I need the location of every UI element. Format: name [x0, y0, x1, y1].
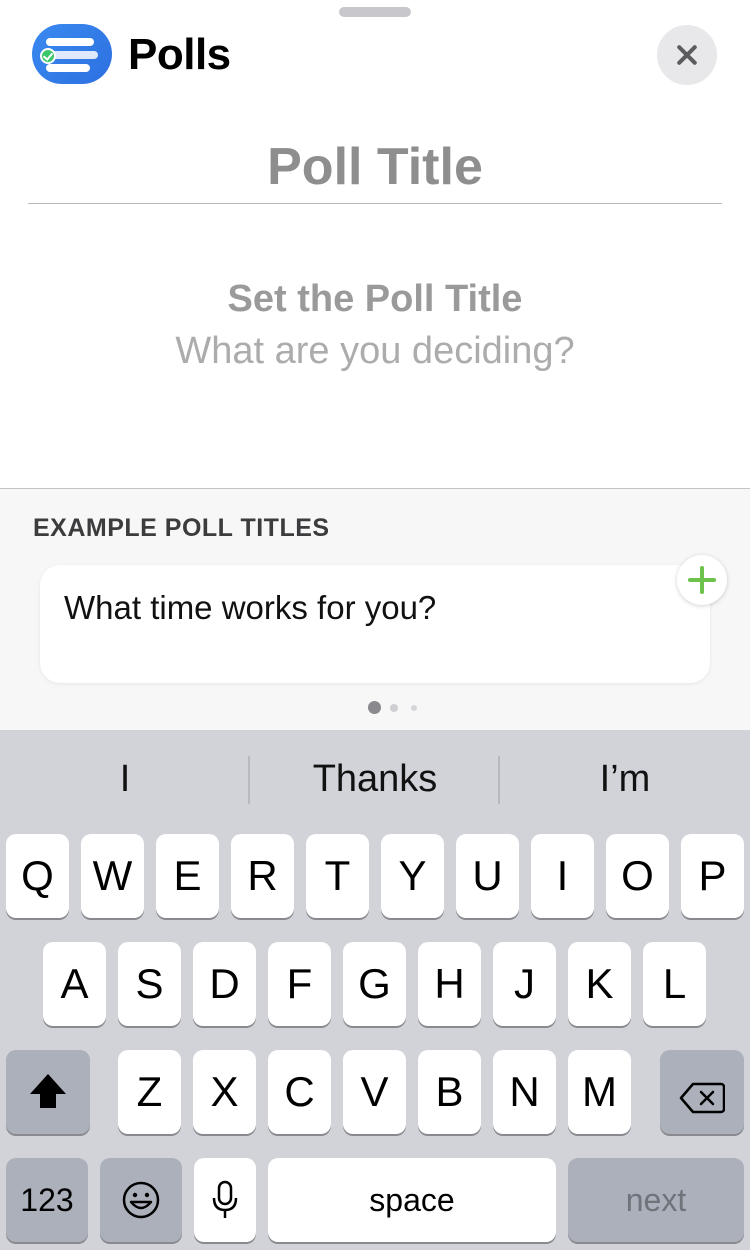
header: Polls: [0, 0, 750, 110]
key-k[interactable]: K: [568, 942, 631, 1026]
key-d[interactable]: D: [193, 942, 256, 1026]
next-key[interactable]: next: [568, 1158, 744, 1242]
key-z[interactable]: Z: [118, 1050, 181, 1134]
key-p[interactable]: P: [681, 834, 744, 918]
suggestion-item[interactable]: Thanks: [250, 758, 500, 801]
close-button[interactable]: [657, 25, 717, 85]
prompt-title: Set the Poll Title: [227, 278, 523, 320]
space-key[interactable]: space: [268, 1158, 556, 1242]
key-u[interactable]: U: [456, 834, 519, 918]
key-y[interactable]: Y: [381, 834, 444, 918]
key-b[interactable]: B: [418, 1050, 481, 1134]
key-q[interactable]: Q: [6, 834, 69, 918]
backspace-icon: [679, 1076, 726, 1114]
key-n[interactable]: N: [493, 1050, 556, 1134]
key-x[interactable]: X: [193, 1050, 256, 1134]
key-i[interactable]: I: [531, 834, 594, 918]
numbers-key[interactable]: 123: [6, 1158, 88, 1242]
key-r[interactable]: R: [231, 834, 294, 918]
page-dot: [368, 701, 381, 714]
key-a[interactable]: A: [43, 942, 106, 1026]
backspace-key[interactable]: [660, 1050, 744, 1134]
suggestion-item[interactable]: I: [0, 758, 250, 801]
keyboard: I Thanks I’m QWERTYUIOP ASDFGHJKL ZXCVBN…: [0, 730, 750, 1250]
suggestion-item[interactable]: I’m: [500, 758, 750, 801]
key-s[interactable]: S: [118, 942, 181, 1026]
key-l[interactable]: L: [643, 942, 706, 1026]
app-name: Polls: [128, 30, 231, 79]
example-title-card[interactable]: What time works for you?: [40, 565, 710, 683]
key-g[interactable]: G: [343, 942, 406, 1026]
key-f[interactable]: F: [268, 942, 331, 1026]
microphone-key[interactable]: [194, 1158, 256, 1242]
key-e[interactable]: E: [156, 834, 219, 918]
key-t[interactable]: T: [306, 834, 369, 918]
shift-key[interactable]: [6, 1050, 90, 1134]
page-dot: [390, 704, 398, 712]
key-v[interactable]: V: [343, 1050, 406, 1134]
key-j[interactable]: J: [493, 942, 556, 1026]
example-title-text: What time works for you?: [64, 589, 437, 626]
key-c[interactable]: C: [268, 1050, 331, 1134]
emoji-icon: [121, 1180, 161, 1220]
key-o[interactable]: O: [606, 834, 669, 918]
key-m[interactable]: M: [568, 1050, 631, 1134]
key-h[interactable]: H: [418, 942, 481, 1026]
page-dot: [411, 705, 417, 711]
emoji-key[interactable]: [100, 1158, 182, 1242]
examples-heading: EXAMPLE POLL TITLES: [33, 514, 330, 542]
add-example-button[interactable]: [677, 555, 727, 605]
poll-title-input[interactable]: [28, 130, 722, 204]
key-w[interactable]: W: [81, 834, 144, 918]
microphone-icon: [211, 1180, 239, 1220]
poll-list-icon: [32, 24, 112, 84]
prompt-subtitle: What are you deciding?: [175, 330, 575, 372]
suggestion-bar: I Thanks I’m: [0, 730, 750, 830]
